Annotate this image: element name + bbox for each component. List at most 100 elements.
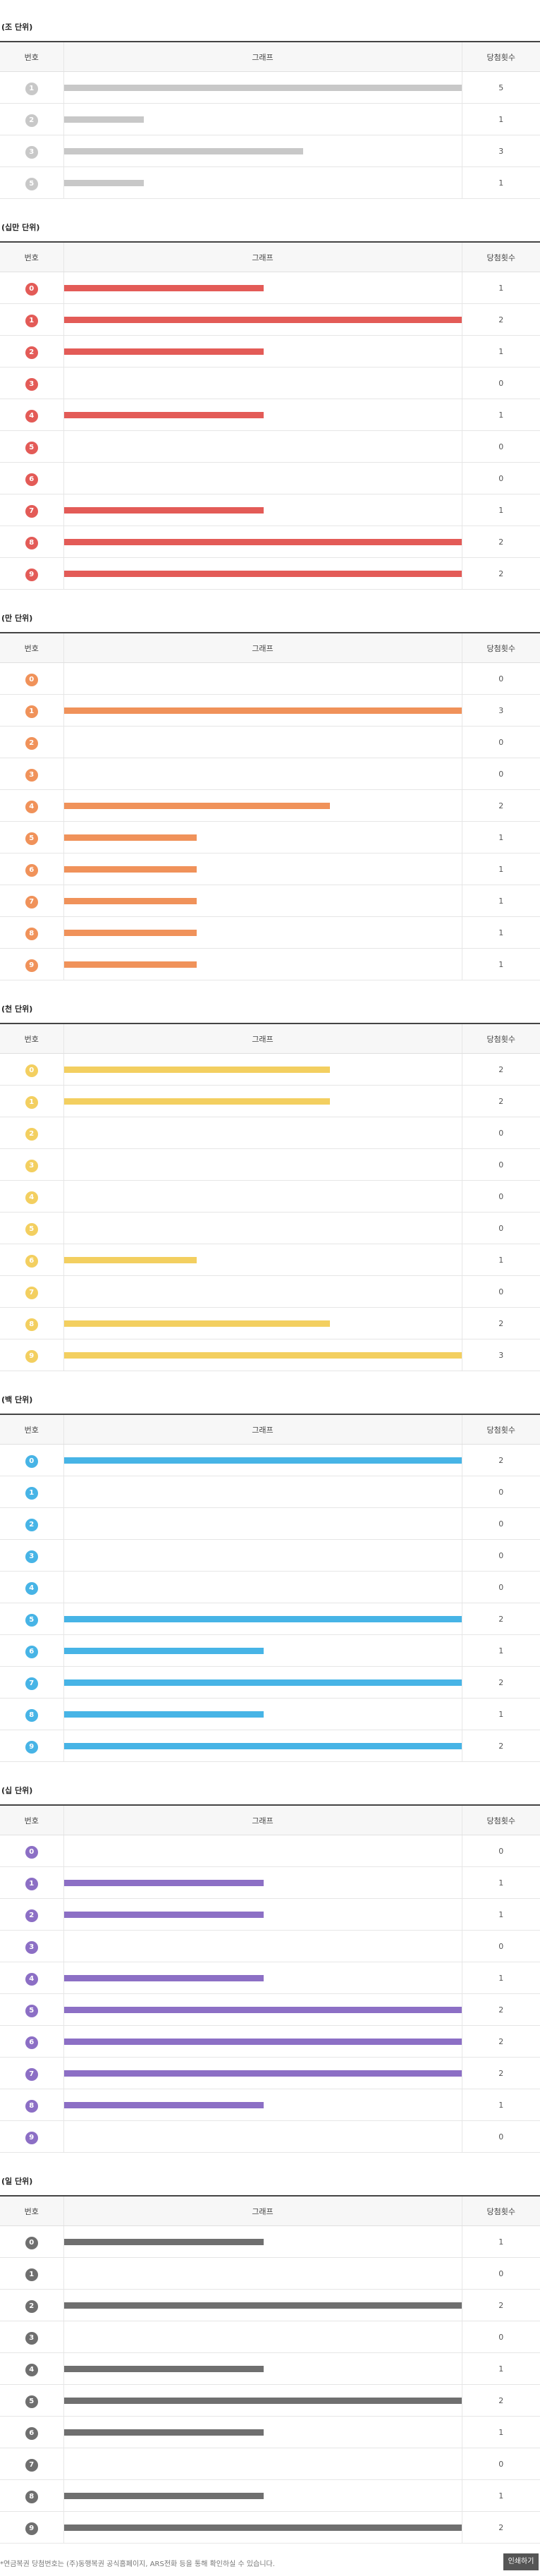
graph-cell bbox=[63, 1634, 462, 1667]
col-count-header: 당첨횟수 bbox=[461, 1414, 540, 1445]
number-ball: 5 bbox=[25, 1223, 38, 1236]
number-cell: 3 bbox=[0, 135, 63, 167]
number-ball: 5 bbox=[25, 178, 38, 190]
table-row: 22 bbox=[0, 2289, 540, 2321]
graph-cell bbox=[63, 2257, 462, 2290]
graph-cell bbox=[63, 1571, 462, 1603]
number-ball: 9 bbox=[25, 1741, 38, 1754]
frequency-bar bbox=[63, 2006, 462, 2013]
col-count-header: 당첨횟수 bbox=[461, 2196, 540, 2226]
number-cell: 3 bbox=[0, 1539, 63, 1572]
section-title: (조 단위) bbox=[1, 23, 33, 32]
graph-cell bbox=[63, 2416, 462, 2448]
win-count: 0 bbox=[461, 726, 540, 758]
graph-cell bbox=[63, 462, 462, 494]
number-ball: 4 bbox=[25, 2364, 38, 2376]
table-row: 61 bbox=[0, 2416, 540, 2448]
win-count: 0 bbox=[461, 1275, 540, 1308]
number-cell: 6 bbox=[0, 853, 63, 885]
win-count: 5 bbox=[461, 71, 540, 104]
graph-cell bbox=[63, 885, 462, 917]
frequency-bar bbox=[63, 2492, 264, 2499]
number-ball: 0 bbox=[25, 674, 38, 686]
table-row: 51 bbox=[0, 821, 540, 853]
table-row: 51 bbox=[0, 166, 540, 199]
graph-cell bbox=[63, 525, 462, 558]
graph-cell bbox=[63, 71, 462, 104]
number-cell: 4 bbox=[0, 789, 63, 822]
graph-cell bbox=[63, 2057, 462, 2089]
table-row: 21 bbox=[0, 335, 540, 367]
print-button[interactable]: 인쇄하기 bbox=[503, 2553, 539, 2570]
frequency-bar bbox=[63, 538, 462, 545]
number-cell: 1 bbox=[0, 1866, 63, 1899]
graph-cell bbox=[63, 916, 462, 949]
win-count: 0 bbox=[461, 758, 540, 790]
section-title: (백 단위) bbox=[1, 1395, 33, 1404]
win-count: 1 bbox=[461, 2479, 540, 2512]
number-cell: 3 bbox=[0, 758, 63, 790]
graph-cell bbox=[63, 1085, 462, 1117]
win-count: 1 bbox=[461, 2225, 540, 2258]
table-row: 11 bbox=[0, 1866, 540, 1899]
number-cell: 4 bbox=[0, 399, 63, 431]
number-ball: 9 bbox=[25, 1350, 38, 1363]
section-title: (십만 단위) bbox=[1, 223, 40, 232]
col-graph-header: 그래프 bbox=[63, 1805, 462, 1835]
col-number-header: 번호 bbox=[0, 1023, 63, 1054]
col-graph-header: 그래프 bbox=[63, 2196, 462, 2226]
frequency-bar bbox=[63, 1320, 330, 1327]
number-cell: 2 bbox=[0, 1898, 63, 1931]
frequency-bar bbox=[63, 1679, 462, 1686]
number-cell: 0 bbox=[0, 272, 63, 304]
table-row: 20 bbox=[0, 1507, 540, 1540]
number-ball: 3 bbox=[25, 769, 38, 782]
frequency-bar bbox=[63, 1711, 264, 1718]
frequency-bar bbox=[63, 84, 462, 91]
win-count: 0 bbox=[461, 1571, 540, 1603]
win-count: 2 bbox=[461, 1053, 540, 1086]
stats-table: 번호 그래프 당첨횟수 0 0 1 3 2 0 3 0 4 2 5 1 6 1 7 1 8 1 9 1 bbox=[0, 632, 540, 980]
number-cell: 2 bbox=[0, 2289, 63, 2321]
table-row: 92 bbox=[0, 557, 540, 590]
table-row: 00 bbox=[0, 1835, 540, 1867]
win-count: 1 bbox=[461, 1634, 540, 1667]
win-count: 1 bbox=[461, 1866, 540, 1899]
table-row: 10 bbox=[0, 1476, 540, 1508]
win-count: 0 bbox=[461, 1835, 540, 1867]
col-graph-header: 그래프 bbox=[63, 1414, 462, 1445]
win-count: 1 bbox=[461, 335, 540, 367]
number-cell: 9 bbox=[0, 2120, 63, 2153]
number-cell: 2 bbox=[0, 1507, 63, 1540]
frequency-bar bbox=[63, 2238, 264, 2245]
number-cell: 2 bbox=[0, 1117, 63, 1149]
graph-cell bbox=[63, 1444, 462, 1476]
number-ball: 4 bbox=[25, 410, 38, 423]
table-row: 01 bbox=[0, 272, 540, 304]
win-count: 0 bbox=[461, 367, 540, 399]
number-cell: 5 bbox=[0, 1212, 63, 1244]
win-count: 0 bbox=[461, 462, 540, 494]
number-ball: 7 bbox=[25, 2068, 38, 2081]
number-ball: 3 bbox=[25, 146, 38, 159]
win-count: 0 bbox=[461, 2321, 540, 2353]
number-cell: 8 bbox=[0, 916, 63, 949]
win-count: 1 bbox=[461, 948, 540, 980]
number-cell: 0 bbox=[0, 2225, 63, 2258]
win-count: 1 bbox=[461, 399, 540, 431]
number-cell: 9 bbox=[0, 948, 63, 980]
table-row: 61 bbox=[0, 853, 540, 885]
stats-table: 번호 그래프 당첨횟수 0 2 1 2 2 0 3 0 4 0 5 0 6 1 7 0 8 2 9 3 bbox=[0, 1023, 540, 1371]
win-count: 1 bbox=[461, 103, 540, 135]
graph-cell bbox=[63, 1898, 462, 1931]
number-ball: 1 bbox=[25, 2268, 38, 2281]
number-cell: 4 bbox=[0, 1180, 63, 1213]
table-row: 41 bbox=[0, 1962, 540, 1994]
frequency-bar bbox=[63, 116, 144, 123]
win-count: 0 bbox=[461, 1539, 540, 1572]
frequency-bar bbox=[63, 1351, 462, 1359]
table-header-row: 번호 그래프 당첨횟수 bbox=[0, 2196, 540, 2226]
stats-table: 번호 그래프 당첨횟수 0 2 1 0 2 0 3 0 4 0 5 2 6 1 7 2 8 1 9 2 bbox=[0, 1414, 540, 1762]
frequency-bar bbox=[63, 1879, 264, 1886]
col-number-header: 번호 bbox=[0, 1805, 63, 1835]
